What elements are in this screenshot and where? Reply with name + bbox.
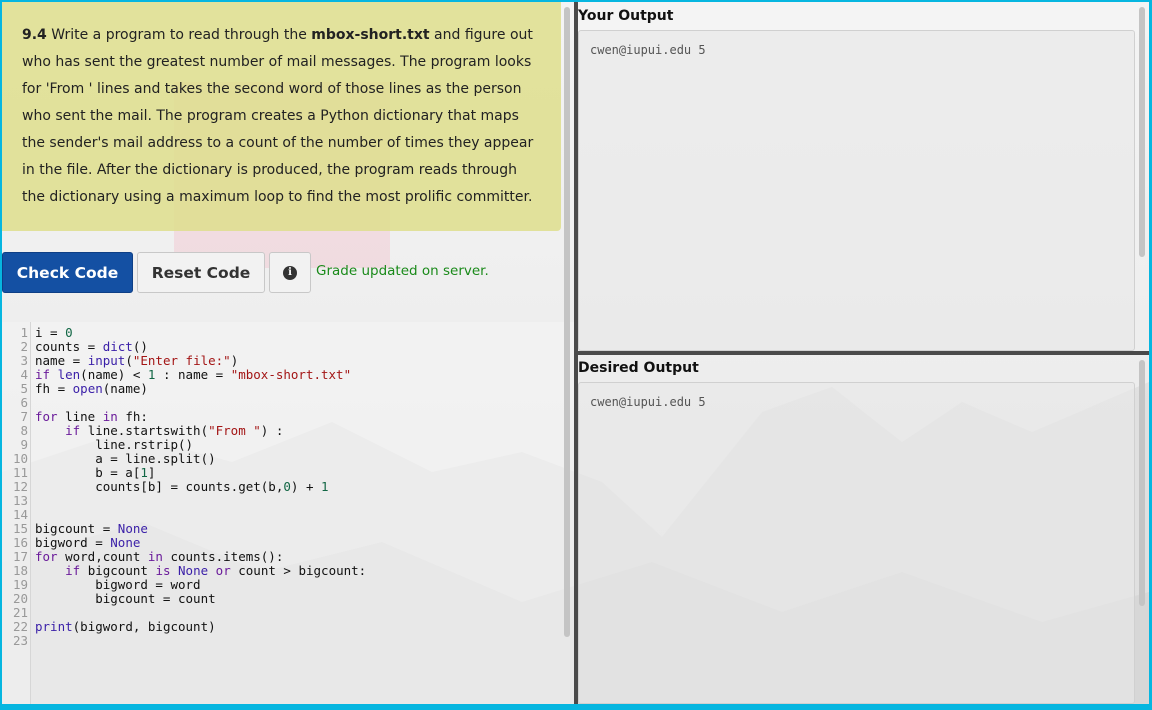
your-output-scrollbar[interactable] — [1139, 7, 1145, 257]
line-number: 8 — [20, 423, 28, 438]
code-text[interactable]: bigcount = count — [35, 592, 215, 606]
info-button[interactable]: i — [269, 252, 311, 293]
line-number: 9 — [20, 437, 28, 452]
code-line[interactable]: 21 — [2, 606, 542, 620]
code-line[interactable]: 1 i = 0 — [2, 326, 542, 340]
code-line[interactable]: 13 — [2, 494, 542, 508]
code-line[interactable]: 2 counts = dict() — [2, 340, 542, 354]
line-number: 17 — [12, 549, 28, 564]
line-number: 7 — [20, 409, 28, 424]
app-frame: 9.4 Write a program to read through the … — [2, 2, 1149, 704]
line-number: 6 — [20, 395, 28, 410]
info-icon: i — [283, 265, 297, 280]
your-output-title: Your Output — [578, 8, 674, 24]
code-line[interactable]: 17 for word,count in counts.items(): — [2, 550, 542, 564]
line-number: 20 — [12, 591, 28, 606]
line-number: 2 — [20, 339, 28, 354]
code-text[interactable]: for line in fh: — [35, 410, 148, 424]
code-text[interactable]: bigword = word — [35, 578, 200, 592]
problem-text-before: Write a program to read through the — [46, 27, 312, 43]
code-text[interactable]: counts = dict() — [35, 340, 148, 354]
code-line[interactable]: 3 name = input("Enter file:") — [2, 354, 542, 368]
problem-text-after: and figure out who has sent the greatest… — [22, 27, 534, 205]
problem-filename: mbox-short.txt — [311, 27, 430, 43]
status-message: Grade updated on server. — [316, 263, 489, 279]
code-line[interactable]: 6 — [2, 396, 542, 410]
problem-number: 9.4 — [22, 27, 47, 43]
line-number: 11 — [12, 465, 28, 480]
line-number: 3 — [20, 353, 28, 368]
code-line[interactable]: 16 bigword = None — [2, 536, 542, 550]
code-line[interactable]: 12 counts[b] = counts.get(b,0) + 1 — [2, 480, 542, 494]
desired-output-scrollbar[interactable] — [1139, 360, 1145, 606]
code-line[interactable]: 14 — [2, 508, 542, 522]
code-text[interactable]: if bigcount is None or count > bigcount: — [35, 564, 366, 578]
line-number: 16 — [12, 535, 28, 550]
code-text[interactable]: fh = open(name) — [35, 382, 148, 396]
code-text[interactable]: line.rstrip() — [35, 438, 193, 452]
reset-code-button[interactable]: Reset Code — [137, 252, 265, 293]
code-text[interactable]: if line.startswith("From ") : — [35, 424, 283, 438]
desired-output-box: cwen@iupui.edu 5 — [578, 382, 1135, 704]
code-line[interactable]: 15 bigcount = None — [2, 522, 542, 536]
line-number: 19 — [12, 577, 28, 592]
check-code-button[interactable]: Check Code — [2, 252, 133, 293]
line-number: 5 — [20, 381, 28, 396]
code-line[interactable]: 22 print(bigword, bigcount) — [2, 620, 542, 634]
code-line[interactable]: 18 if bigcount is None or count > bigcou… — [2, 564, 542, 578]
line-number: 22 — [12, 619, 28, 634]
desired-output-text: cwen@iupui.edu 5 — [590, 395, 706, 409]
code-line[interactable]: 19 bigword = word — [2, 578, 542, 592]
code-line[interactable]: 11 b = a[1] — [2, 466, 542, 480]
code-line[interactable]: 9 line.rstrip() — [2, 438, 542, 452]
line-number: 13 — [12, 493, 28, 508]
code-line[interactable]: 8 if line.startswith("From ") : — [2, 424, 542, 438]
line-number: 14 — [12, 507, 28, 522]
problem-statement: 9.4 Write a program to read through the … — [2, 2, 561, 231]
line-number: 1 — [20, 325, 28, 340]
code-text[interactable]: for word,count in counts.items(): — [35, 550, 283, 564]
code-editor[interactable]: 1 i = 0 2 counts = dict() 3 name = input("Ent… — [2, 322, 574, 704]
line-number: 21 — [12, 605, 28, 620]
code-line[interactable]: 4 if len(name) < 1 : name = "mbox-short.t… — [2, 368, 542, 382]
line-number: 4 — [20, 367, 28, 382]
your-output-text: cwen@iupui.edu 5 — [590, 43, 706, 57]
code-text[interactable]: counts[b] = counts.get(b,0) + 1 — [35, 480, 328, 494]
code-line[interactable]: 20 bigcount = count — [2, 592, 542, 606]
line-number: 23 — [12, 633, 28, 648]
code-text[interactable]: bigword = None — [35, 536, 140, 550]
desired-output-title: Desired Output — [578, 360, 699, 376]
code-text[interactable]: a = line.split() — [35, 452, 215, 466]
line-number: 15 — [12, 521, 28, 536]
code-text[interactable]: name = input("Enter file:") — [35, 354, 238, 368]
line-number: 12 — [12, 479, 28, 494]
code-text[interactable]: print(bigword, bigcount) — [35, 620, 216, 634]
line-number: 10 — [12, 451, 28, 466]
horizontal-divider[interactable] — [578, 351, 1149, 355]
line-number: 18 — [12, 563, 28, 578]
code-text[interactable]: b = a[1] — [35, 466, 155, 480]
code-text[interactable]: i = 0 — [35, 326, 73, 340]
code-line[interactable]: 7 for line in fh: — [2, 410, 542, 424]
code-text[interactable]: bigcount = None — [35, 522, 148, 536]
left-scrollbar[interactable] — [564, 7, 570, 637]
left-pane: 9.4 Write a program to read through the … — [2, 2, 574, 704]
code-text[interactable]: if len(name) < 1 : name = "mbox-short.tx… — [35, 368, 351, 382]
your-output-box: cwen@iupui.edu 5 — [578, 30, 1135, 351]
code-line[interactable]: 23 — [2, 634, 542, 648]
toolbar: Check Code Reset Code i Grade updated on… — [2, 252, 562, 293]
code-line[interactable]: 10 a = line.split() — [2, 452, 542, 466]
code-line[interactable]: 5 fh = open(name) — [2, 382, 542, 396]
